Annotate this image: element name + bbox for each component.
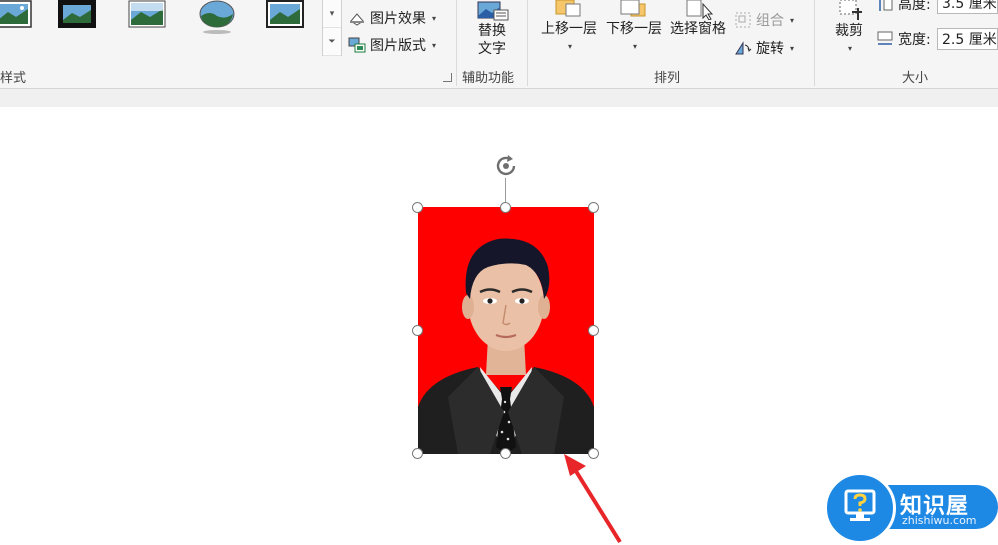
- width-icon: [877, 31, 893, 45]
- help-monitor-icon: [844, 489, 876, 521]
- crop-button[interactable]: 裁剪 ▾: [826, 0, 872, 58]
- gallery-scrollbar[interactable]: ▾ ⏷: [322, 0, 342, 56]
- height-input[interactable]: 3.5 厘米: [937, 0, 998, 14]
- alt-text-icon: [477, 1, 509, 21]
- bring-forward-button[interactable]: 上移一层 ▾: [536, 0, 602, 56]
- resize-handle-right[interactable]: [588, 325, 599, 336]
- red-arrow-annotation-icon: [564, 454, 622, 544]
- rotate-icon: [735, 41, 752, 55]
- id-photo-portrait: [418, 207, 594, 454]
- rotate-handle-icon[interactable]: [492, 152, 520, 180]
- size-group-label: 大小: [902, 71, 929, 86]
- bring-forward-dropdown-icon[interactable]: ▾: [538, 38, 602, 56]
- picture-layout-icon: [348, 37, 366, 53]
- group-separator: [456, 0, 457, 86]
- resize-handle-left[interactable]: [412, 325, 423, 336]
- ribbon-document-gap: [0, 89, 998, 108]
- send-backward-icon: [620, 0, 646, 17]
- group-separator: [527, 0, 528, 86]
- send-backward-button[interactable]: 下移一层 ▾: [602, 0, 666, 56]
- width-row: 宽度:: [876, 28, 931, 50]
- send-backward-dropdown-icon[interactable]: ▾: [604, 38, 666, 56]
- resize-handle-top-left[interactable]: [412, 202, 423, 213]
- group-objects-button[interactable]: 组合 ▾: [734, 9, 794, 31]
- alt-text-button[interactable]: 替换 文字: [466, 0, 518, 58]
- group-separator: [814, 0, 815, 86]
- selection-pane-button[interactable]: 选择窗格: [666, 0, 730, 38]
- picture-styles-group-label: 样式: [0, 71, 27, 86]
- style-thick-black-frame-thumbnail[interactable]: [58, 0, 96, 28]
- picture-effects-icon: [350, 13, 364, 26]
- crop-dropdown-icon[interactable]: ▾: [828, 40, 872, 58]
- resize-handle-bottom[interactable]: [500, 448, 511, 459]
- resize-handle-top[interactable]: [500, 202, 511, 213]
- height-row: 高度:: [876, 0, 931, 15]
- crop-icon: [839, 0, 862, 20]
- style-simple-frame-thumbnail[interactable]: [0, 0, 32, 28]
- picture-effects-button[interactable]: 图片效果 ▾: [348, 7, 436, 29]
- watermark-logo: [824, 472, 896, 544]
- width-input[interactable]: 2.5 厘米: [937, 28, 998, 50]
- selection-pane-icon: [686, 0, 713, 20]
- accessibility-group-label: 辅助功能: [462, 71, 515, 86]
- selected-id-photo[interactable]: [418, 207, 594, 454]
- resize-handle-top-right[interactable]: [588, 202, 599, 213]
- picture-styles-gallery: [0, 0, 320, 58]
- watermark-subtitle: zhishiwu.com: [902, 514, 977, 527]
- bring-forward-icon: [555, 0, 581, 17]
- rotate-button[interactable]: 旋转 ▾: [734, 37, 794, 59]
- style-metal-frame-thumbnail[interactable]: [266, 0, 304, 28]
- gallery-more-icon[interactable]: ⏷: [323, 28, 341, 56]
- picture-layout-button[interactable]: 图片版式 ▾: [348, 34, 436, 56]
- height-icon: [879, 0, 893, 11]
- zhishiwu-watermark: 知识屋 zhishiwu.com: [824, 472, 998, 544]
- group-objects-icon: [735, 12, 751, 28]
- style-oval-thumbnail[interactable]: [198, 0, 236, 34]
- resize-handle-bottom-left[interactable]: [412, 448, 423, 459]
- dialog-launcher-icon[interactable]: [443, 73, 452, 82]
- gallery-scroll-down-icon[interactable]: ▾: [323, 0, 341, 28]
- style-soft-edge-thumbnail[interactable]: [128, 0, 166, 28]
- arrange-group-label: 排列: [654, 71, 681, 86]
- ribbon: ▾ ⏷ 样式 图片效果 ▾ 图片版式 ▾ 替换 文字 辅助功能 上移一层 ▾ 下移一…: [0, 0, 998, 89]
